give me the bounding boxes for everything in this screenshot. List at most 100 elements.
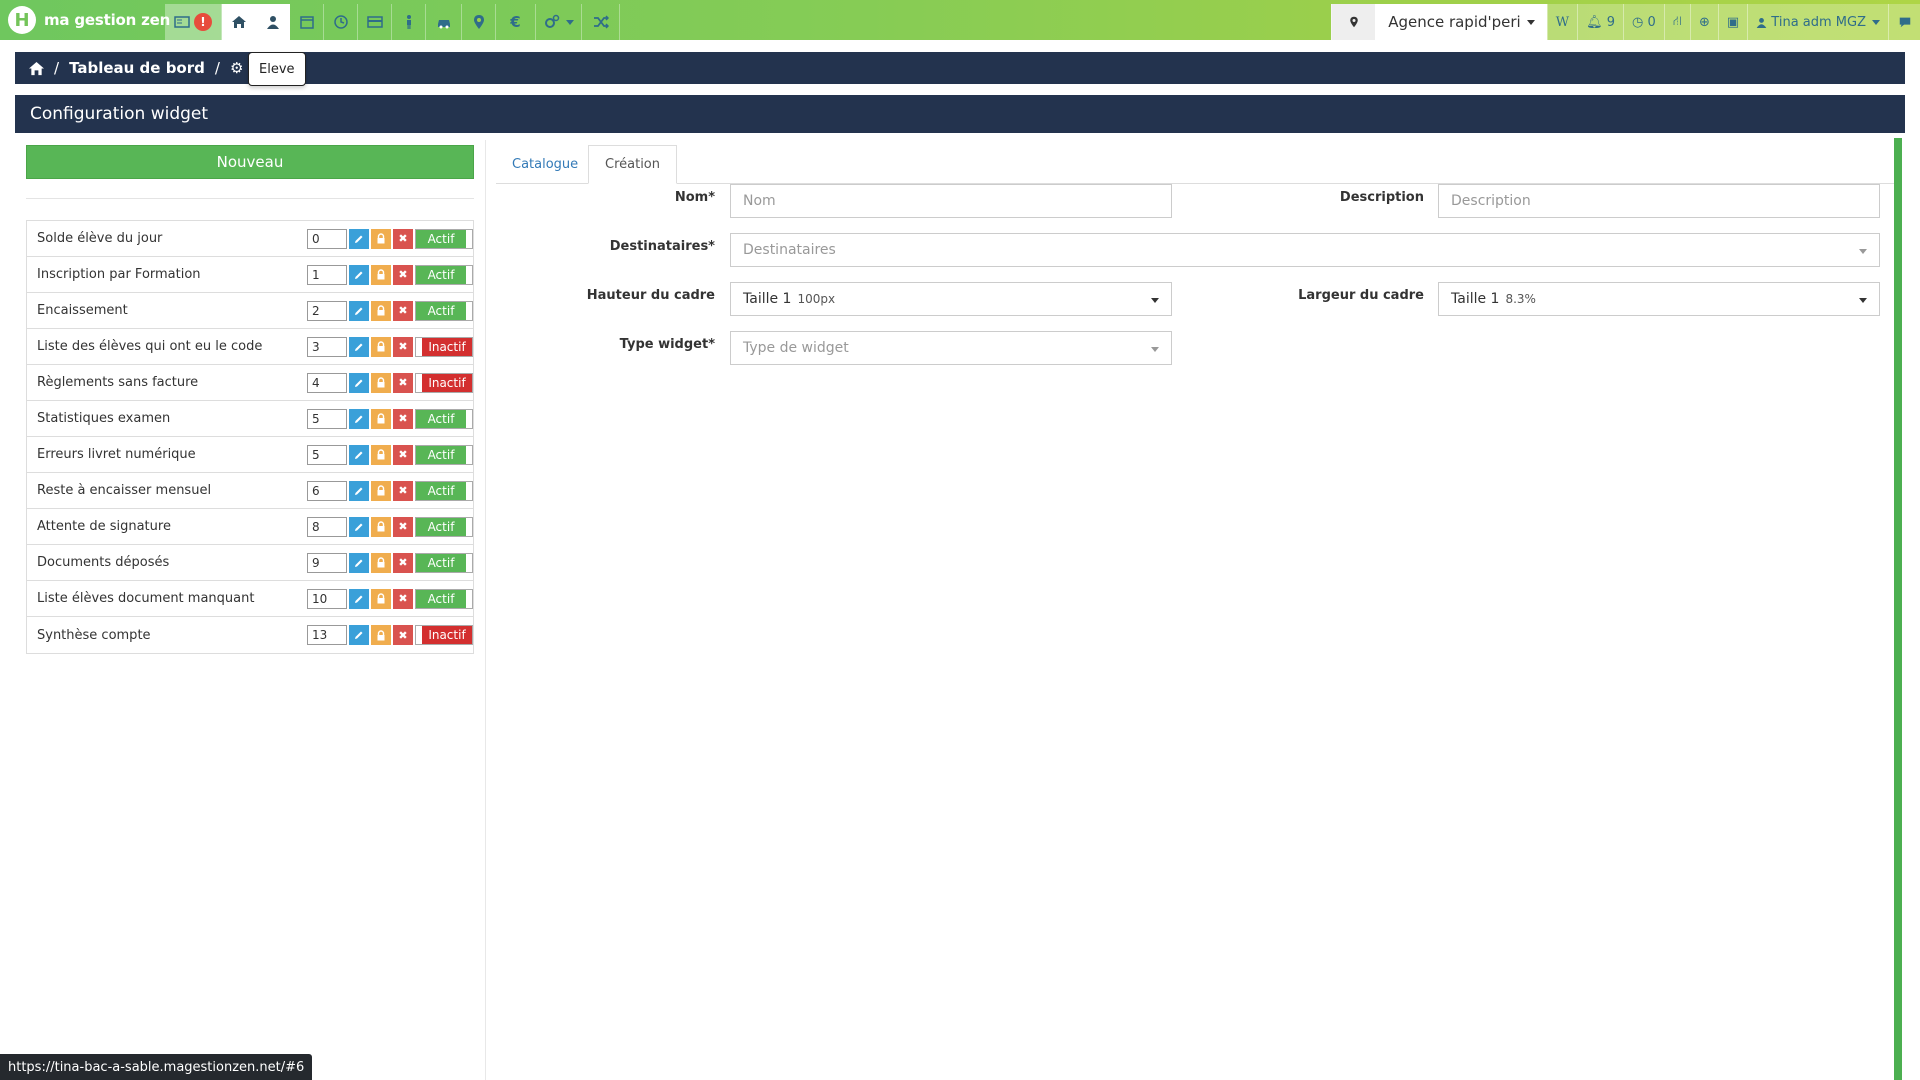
edit-button[interactable]	[349, 444, 369, 465]
delete-button[interactable]: ✖	[393, 588, 413, 609]
lock-button[interactable]	[371, 372, 391, 393]
notifications-button[interactable]: 🔔︎ 9	[1577, 4, 1624, 40]
edit-button[interactable]	[349, 336, 369, 357]
lock-icon	[377, 557, 385, 568]
edit-button[interactable]	[349, 372, 369, 393]
nav-person-button[interactable]	[392, 4, 426, 40]
delete-button[interactable]: ✖	[393, 408, 413, 429]
delete-button[interactable]: ✖	[393, 372, 413, 393]
lock-button[interactable]	[371, 588, 391, 609]
widget-order-input[interactable]: 2	[307, 300, 347, 321]
lock-button[interactable]	[371, 228, 391, 249]
home-icon[interactable]	[29, 61, 44, 76]
status-toggle[interactable]: Actif	[415, 408, 473, 429]
breadcrumb-dashboard[interactable]: Tableau de bord	[69, 59, 205, 77]
nav-euro-button[interactable]: €	[496, 4, 536, 40]
edit-button[interactable]	[349, 516, 369, 537]
widget-order-input[interactable]: 13	[307, 625, 347, 645]
widget-order-input[interactable]: 5	[307, 408, 347, 429]
user-menu[interactable]: Tina adm MGZ	[1747, 4, 1888, 40]
nav-payment-button[interactable]	[358, 4, 392, 40]
tab-creation[interactable]: Création	[588, 145, 678, 184]
pending-button[interactable]: ◷ 0	[1623, 4, 1664, 40]
status-toggle[interactable]: Actif	[415, 588, 473, 609]
largeur-label: Largeur du cadre	[1298, 288, 1424, 303]
new-widget-button[interactable]: Nouveau	[26, 145, 474, 179]
lock-button[interactable]	[371, 516, 391, 537]
widget-order-input[interactable]: 10	[307, 588, 347, 609]
edit-button[interactable]	[349, 408, 369, 429]
nav-clock-button[interactable]	[324, 4, 358, 40]
description-label: Description	[1339, 190, 1424, 205]
widget-order-input[interactable]: 8	[307, 516, 347, 537]
brand-logo[interactable]: H ma gestion zen	[0, 0, 170, 40]
description-input[interactable]: Description	[1438, 184, 1880, 218]
widget-order-input[interactable]: 9	[307, 552, 347, 573]
delete-button[interactable]: ✖	[393, 552, 413, 573]
lock-button[interactable]	[371, 625, 391, 645]
destinataires-select[interactable]: Destinataires	[730, 233, 1880, 267]
delete-button[interactable]: ✖	[393, 264, 413, 285]
delete-button[interactable]: ✖	[393, 228, 413, 249]
nav-settings-dropdown[interactable]	[536, 4, 582, 40]
support-button[interactable]: ⊕	[1689, 4, 1718, 40]
agency-name: Agence rapid'peri	[1388, 13, 1521, 31]
nav-home-button[interactable]	[222, 4, 256, 40]
delete-button[interactable]: ✖	[393, 480, 413, 501]
nav-car-button[interactable]	[426, 4, 462, 40]
edit-button[interactable]	[349, 300, 369, 321]
edit-button[interactable]	[349, 588, 369, 609]
status-toggle[interactable]: Actif	[415, 300, 473, 321]
nav-shuffle-button[interactable]	[582, 4, 620, 40]
delete-button[interactable]: ✖	[393, 336, 413, 357]
lock-button[interactable]	[371, 552, 391, 573]
status-toggle[interactable]: Inactif	[415, 372, 473, 393]
lock-button[interactable]	[371, 480, 391, 501]
widget-order-input[interactable]: 5	[307, 444, 347, 465]
widget-order-input[interactable]: 4	[307, 372, 347, 393]
nav-location-button[interactable]	[462, 4, 496, 40]
status-toggle[interactable]: Actif	[415, 480, 473, 501]
road-button[interactable]: ⛙	[1663, 4, 1690, 40]
delete-button[interactable]: ✖	[393, 625, 413, 645]
edit-button[interactable]	[349, 264, 369, 285]
tab-catalogue[interactable]: Catalogue	[496, 145, 594, 184]
widget-order-input[interactable]: 3	[307, 336, 347, 357]
widget-name: Solde élève du jour	[37, 231, 163, 246]
status-toggle[interactable]: Actif	[415, 552, 473, 573]
widget-order-input[interactable]: 6	[307, 480, 347, 501]
edit-button[interactable]	[349, 228, 369, 249]
lock-button[interactable]	[371, 408, 391, 429]
delete-button[interactable]: ✖	[393, 300, 413, 321]
nom-input[interactable]: Nom	[730, 184, 1172, 218]
edit-button[interactable]	[349, 625, 369, 645]
agency-selector[interactable]: Agence rapid'peri	[1375, 4, 1547, 40]
nav-calendar-button[interactable]	[290, 4, 324, 40]
delete-button[interactable]: ✖	[393, 516, 413, 537]
agency-location-button[interactable]	[1331, 4, 1376, 40]
hauteur-select[interactable]: Taille 1 100px	[730, 282, 1172, 316]
lock-button[interactable]	[371, 336, 391, 357]
status-toggle[interactable]: Actif	[415, 444, 473, 465]
nav-eleve-button[interactable]	[256, 4, 290, 40]
edit-button[interactable]	[349, 480, 369, 501]
lock-button[interactable]	[371, 264, 391, 285]
status-toggle[interactable]: Actif	[415, 228, 473, 249]
w-button[interactable]: W	[1546, 4, 1578, 40]
status-toggle[interactable]: Actif	[415, 264, 473, 285]
lock-button[interactable]	[371, 444, 391, 465]
widget-order-input[interactable]: 1	[307, 264, 347, 285]
status-toggle[interactable]: Actif	[415, 516, 473, 537]
chat-button[interactable]	[1888, 4, 1920, 40]
status-toggle[interactable]: Inactif	[415, 625, 473, 645]
lock-button[interactable]	[371, 300, 391, 321]
camera-button[interactable]: ▣	[1717, 4, 1748, 40]
nav-card-button[interactable]: !	[165, 4, 222, 40]
widget-order-input[interactable]: 0	[307, 228, 347, 249]
status-toggle[interactable]: Inactif	[415, 336, 473, 357]
type-widget-select[interactable]: Type de widget	[730, 331, 1172, 365]
edit-button[interactable]	[349, 552, 369, 573]
scrollbar[interactable]	[1894, 138, 1902, 1080]
largeur-select[interactable]: Taille 1 8.3%	[1438, 282, 1880, 316]
delete-button[interactable]: ✖	[393, 444, 413, 465]
